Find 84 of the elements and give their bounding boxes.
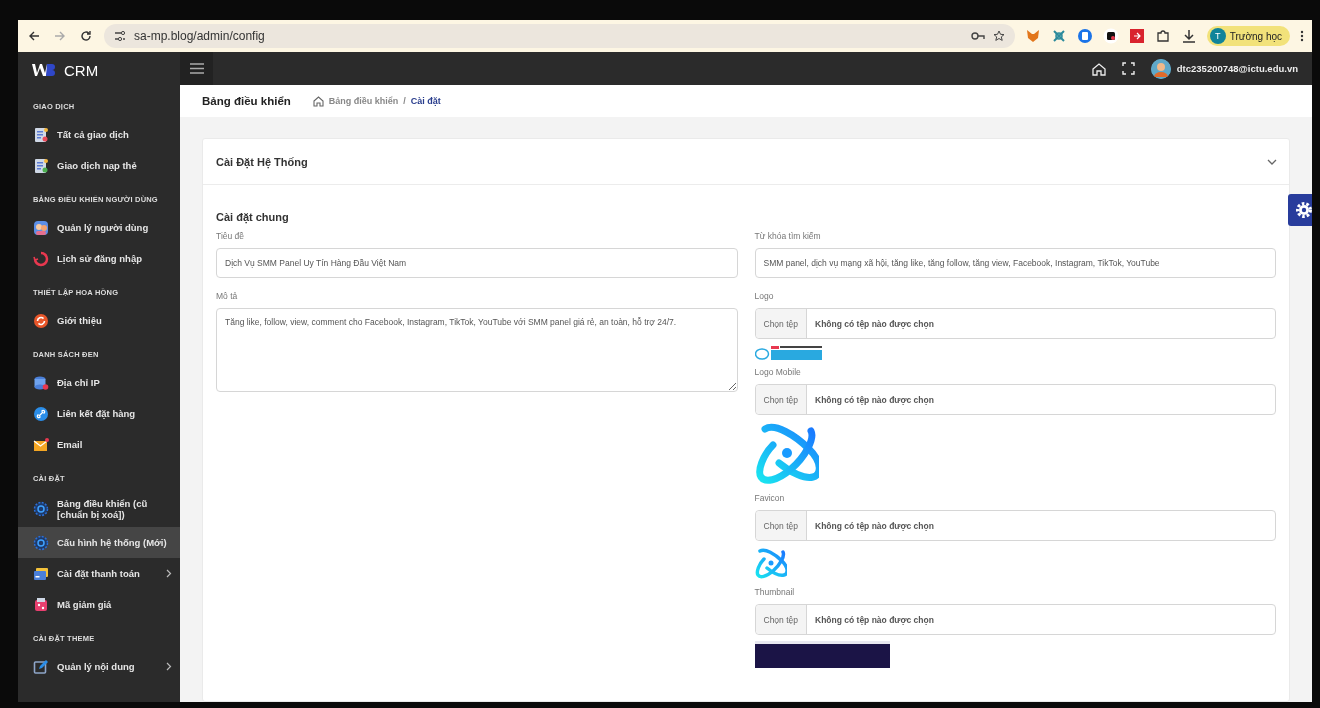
logo-mark-image bbox=[754, 421, 821, 487]
file-status-text: Không có tệp nào được chọn bbox=[814, 394, 934, 405]
gear-icon bbox=[1295, 201, 1312, 219]
sidebar-item[interactable]: Địa chỉ IP bbox=[18, 367, 180, 398]
choose-file-button[interactable]: Chọn tệp bbox=[755, 511, 807, 540]
sidebar-item[interactable]: Cài đặt thanh toán bbox=[18, 558, 180, 589]
puzzle-icon[interactable] bbox=[1154, 28, 1171, 44]
sidebar-item[interactable]: Tất cả giao dịch bbox=[18, 119, 180, 150]
choose-file-button[interactable]: Chọn tệp bbox=[755, 385, 807, 414]
history-icon bbox=[33, 250, 49, 267]
reload-icon[interactable] bbox=[78, 28, 94, 44]
menu-icon[interactable] bbox=[1300, 30, 1304, 42]
address-bar[interactable]: sa-mp.blog/admin/config bbox=[104, 24, 1015, 48]
fullscreen-icon[interactable] bbox=[1121, 62, 1135, 75]
card-icon bbox=[33, 565, 49, 582]
sidebar-item[interactable]: Email bbox=[18, 429, 180, 460]
database-icon bbox=[33, 374, 49, 391]
sidebar-item[interactable]: Cấu hình hệ thống (Mới) bbox=[18, 527, 180, 558]
user-email[interactable]: dtc235200748@ictu.edu.vn bbox=[1176, 63, 1298, 74]
sidebar-item[interactable]: Bảng điều khiển (cũ [chuẩn bị xoá]) bbox=[18, 491, 180, 527]
file-input[interactable]: Chọn tệp Không có tệp nào được chọn bbox=[754, 308, 1276, 339]
favicon-image bbox=[754, 547, 789, 581]
field-label: Thumbnail bbox=[754, 587, 796, 597]
file-status-text: Không có tệp nào được chọn bbox=[814, 520, 934, 531]
star-icon[interactable] bbox=[992, 30, 1005, 42]
file-input[interactable]: Chọn tệp Không có tệp nào được chọn bbox=[754, 384, 1276, 415]
field-label: Tiêu đề bbox=[216, 231, 246, 241]
menu-button[interactable] bbox=[180, 52, 213, 85]
sidebar-item[interactable]: Giao dịch nạp thẻ bbox=[18, 150, 180, 181]
textarea-input[interactable]: Tăng like, follow, view, comment cho Facebook, Instagram, TikTok, YouTube với SMM panel giá rẻ, an toàn, hỗ trợ 24/7. bbox=[216, 308, 738, 392]
sidebar-item[interactable]: Liên kết đặt hàng bbox=[18, 398, 180, 429]
card-title: Cài Đặt Hệ Thống bbox=[216, 155, 308, 168]
edit-icon bbox=[33, 658, 49, 675]
sidebar-item[interactable]: Quản lý người dùng bbox=[18, 212, 180, 243]
file-input[interactable]: Chọn tệp Không có tệp nào được chọn bbox=[754, 604, 1276, 635]
brand-logo-icon bbox=[32, 63, 56, 77]
download-icon[interactable] bbox=[1180, 28, 1197, 44]
profile-avatar: T bbox=[1209, 28, 1226, 44]
sidebar-item[interactable]: Lịch sử đăng nhập bbox=[18, 243, 180, 274]
gear-icon bbox=[33, 501, 49, 517]
page-title: Bảng điều khiển bbox=[202, 95, 291, 107]
breadcrumb-item[interactable]: / bbox=[403, 96, 406, 106]
list-icon bbox=[33, 126, 49, 143]
document-extension-icon[interactable] bbox=[1076, 28, 1093, 44]
envelope-icon bbox=[33, 436, 49, 453]
sidebar-item[interactable]: Giới thiệu bbox=[18, 305, 180, 336]
field-label: Logo bbox=[754, 291, 775, 301]
site-settings-icon[interactable] bbox=[114, 30, 126, 42]
file-status-text: Không có tệp nào được chọn bbox=[814, 318, 934, 329]
home-icon[interactable] bbox=[1091, 61, 1106, 76]
field-label: Logo Mobile bbox=[754, 367, 802, 377]
breadcrumb-item[interactable]: Cài đặt bbox=[410, 96, 441, 106]
file-status-text: Không có tệp nào được chọn bbox=[814, 614, 934, 625]
url-text: sa-mp.blog/admin/config bbox=[134, 29, 265, 43]
brand-name: CRM bbox=[64, 61, 99, 79]
choose-file-button[interactable]: Chọn tệp bbox=[755, 309, 807, 338]
sidebar-item[interactable]: Mã giảm giá bbox=[18, 589, 180, 620]
link-icon bbox=[33, 405, 49, 422]
coupon-icon bbox=[33, 596, 49, 613]
home-icon bbox=[312, 95, 324, 107]
settings-button[interactable] bbox=[1288, 194, 1312, 226]
users-icon bbox=[33, 219, 49, 236]
refresh-icon bbox=[33, 312, 49, 329]
avatar-icon[interactable] bbox=[1150, 58, 1171, 79]
list-icon bbox=[33, 157, 49, 174]
profile-name: Trường học bbox=[1229, 30, 1282, 42]
sidebar-item[interactable]: Quản lý nội dung bbox=[18, 651, 180, 682]
extension-icon[interactable] bbox=[1102, 28, 1119, 44]
text-input[interactable]: Dịch Vụ SMM Panel Uy Tín Hàng Đầu Việt Nam bbox=[216, 248, 738, 278]
breadcrumb-item[interactable]: Bảng điều khiển bbox=[328, 96, 399, 106]
field-label: Từ khóa tìm kiếm bbox=[754, 231, 822, 241]
fox-extension-icon[interactable] bbox=[1024, 28, 1041, 44]
choose-file-button[interactable]: Chọn tệp bbox=[755, 605, 807, 634]
logo-image bbox=[754, 345, 823, 361]
profile-button[interactable]: T Trường học bbox=[1206, 26, 1290, 46]
file-input[interactable]: Chọn tệp Không có tệp nào được chọn bbox=[754, 510, 1276, 541]
section-title: Cài đặt chung bbox=[216, 211, 290, 223]
key-icon[interactable] bbox=[970, 31, 985, 41]
text-input[interactable]: SMM panel, dịch vụ mạng xã hội, tăng like, tăng follow, tăng view, Facebook, Instagram, TikTok, YouTube bbox=[754, 248, 1276, 278]
gear-icon bbox=[33, 534, 49, 551]
field-label: Favicon bbox=[754, 493, 786, 503]
field-label: Mô tả bbox=[216, 291, 239, 301]
chevron-icon[interactable] bbox=[1267, 158, 1277, 165]
menu-icon bbox=[189, 63, 204, 74]
